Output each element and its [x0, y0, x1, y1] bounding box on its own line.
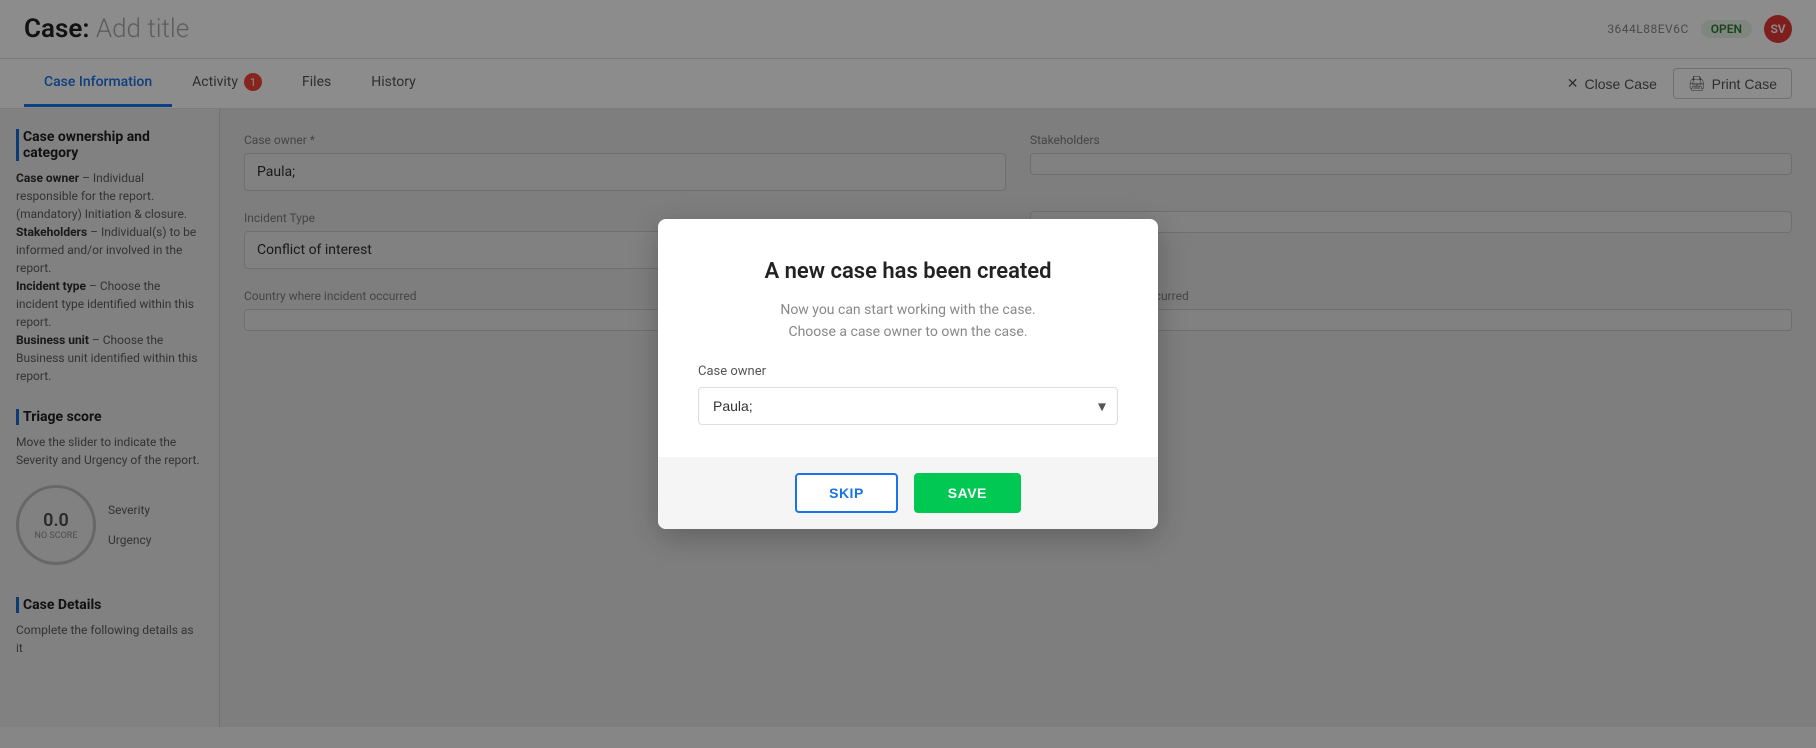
- modal: A new case has been created Now you can …: [658, 219, 1158, 529]
- modal-subtitle2: Choose a case owner to own the case.: [698, 324, 1118, 340]
- modal-footer: SKIP SAVE: [658, 457, 1158, 529]
- case-owner-select[interactable]: Paula;: [698, 387, 1118, 425]
- modal-body: A new case has been created Now you can …: [658, 219, 1158, 457]
- modal-subtitle1: Now you can start working with the case.: [698, 302, 1118, 318]
- modal-title: A new case has been created: [698, 259, 1118, 284]
- modal-overlay: A new case has been created Now you can …: [0, 0, 1816, 748]
- skip-button[interactable]: SKIP: [795, 473, 898, 513]
- case-owner-select-wrapper: Paula;: [698, 387, 1118, 425]
- save-button[interactable]: SAVE: [914, 473, 1021, 513]
- modal-case-owner-label: Case owner: [698, 364, 1118, 379]
